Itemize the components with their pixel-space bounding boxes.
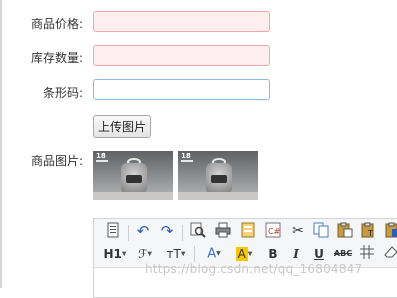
image-logo-strip xyxy=(181,160,193,162)
svg-text:C#: C# xyxy=(268,227,281,236)
font-size-dropdown[interactable]: тT▼ xyxy=(164,245,188,263)
chevron-down-icon: ▼ xyxy=(216,250,221,257)
price-label: 商品价格: xyxy=(30,17,83,31)
paste-text-icon[interactable]: T xyxy=(360,222,378,240)
paste-word-icon[interactable] xyxy=(384,222,397,240)
image-logo-strip xyxy=(96,160,108,162)
highlight-icon: A xyxy=(235,247,248,261)
stock-label: 库存数量: xyxy=(30,51,83,65)
table-shape xyxy=(93,192,173,200)
strikethrough-button[interactable]: ABC xyxy=(332,245,354,263)
image-brand-text: 18 xyxy=(181,152,191,160)
preview-icon[interactable] xyxy=(189,222,207,240)
product-image-1[interactable]: 18 xyxy=(93,151,173,200)
watermark-text: https://blog.csdn.net/qq_16804847 xyxy=(145,262,363,276)
paste-icon[interactable] xyxy=(336,222,354,240)
chevron-down-icon: ▼ xyxy=(147,250,153,258)
chevron-down-icon: ▼ xyxy=(180,250,186,258)
barcode-input[interactable] xyxy=(93,79,270,100)
font-color-dropdown[interactable]: A▼ xyxy=(202,245,226,263)
toolbar-separator xyxy=(182,225,183,241)
redo-icon[interactable]: ↷ xyxy=(158,222,176,240)
highlight-color-dropdown[interactable]: A ▼ xyxy=(232,245,256,263)
control-panel-shape xyxy=(126,175,142,183)
image-brand-text: 18 xyxy=(96,152,106,160)
font-size-label: тT xyxy=(166,247,181,261)
barcode-label: 条形码: xyxy=(42,86,83,100)
upload-image-button[interactable]: 上传图片 xyxy=(93,115,151,138)
source-code-icon[interactable] xyxy=(104,222,122,240)
print-icon[interactable] xyxy=(214,222,232,240)
copy-icon[interactable] xyxy=(312,222,330,240)
control-panel-shape xyxy=(211,175,227,183)
cut-icon[interactable]: ✂ xyxy=(289,222,307,240)
font-family-label: ℱ xyxy=(137,247,148,261)
heading-dropdown[interactable]: H1▼ xyxy=(102,245,128,263)
images-label: 商品图片: xyxy=(30,154,83,168)
bold-button[interactable]: B xyxy=(264,245,282,263)
chevron-down-icon: ▼ xyxy=(121,250,127,258)
font-family-dropdown[interactable]: ℱ▼ xyxy=(134,245,156,263)
code-block-icon[interactable]: C# xyxy=(264,222,282,240)
toolbar-separator xyxy=(128,225,129,241)
editor-toolbar: ↶ ↷ C# ✂ T H1▼ ℱ▼ тT▼ A▼ A ▼ B I U ABC xyxy=(94,219,397,268)
table-shape xyxy=(178,192,258,200)
stock-input[interactable] xyxy=(93,45,270,66)
chevron-down-icon: ▼ xyxy=(247,250,253,258)
heading-label: H1 xyxy=(103,247,122,261)
undo-icon[interactable]: ↶ xyxy=(134,222,152,240)
italic-button[interactable]: I xyxy=(287,245,305,263)
svg-text:T: T xyxy=(367,229,373,238)
underline-button[interactable]: U xyxy=(310,245,328,263)
product-image-2[interactable]: 18 xyxy=(178,151,258,200)
rich-text-editor[interactable]: ↶ ↷ C# ✂ T H1▼ ℱ▼ тT▼ A▼ A ▼ B I U ABC xyxy=(93,218,397,298)
left-border xyxy=(0,0,2,288)
toolbar-separator xyxy=(194,246,195,262)
table-grid-icon[interactable] xyxy=(358,245,376,263)
template-icon[interactable] xyxy=(239,222,257,240)
eraser-icon[interactable] xyxy=(382,245,397,263)
price-input[interactable] xyxy=(93,11,270,32)
